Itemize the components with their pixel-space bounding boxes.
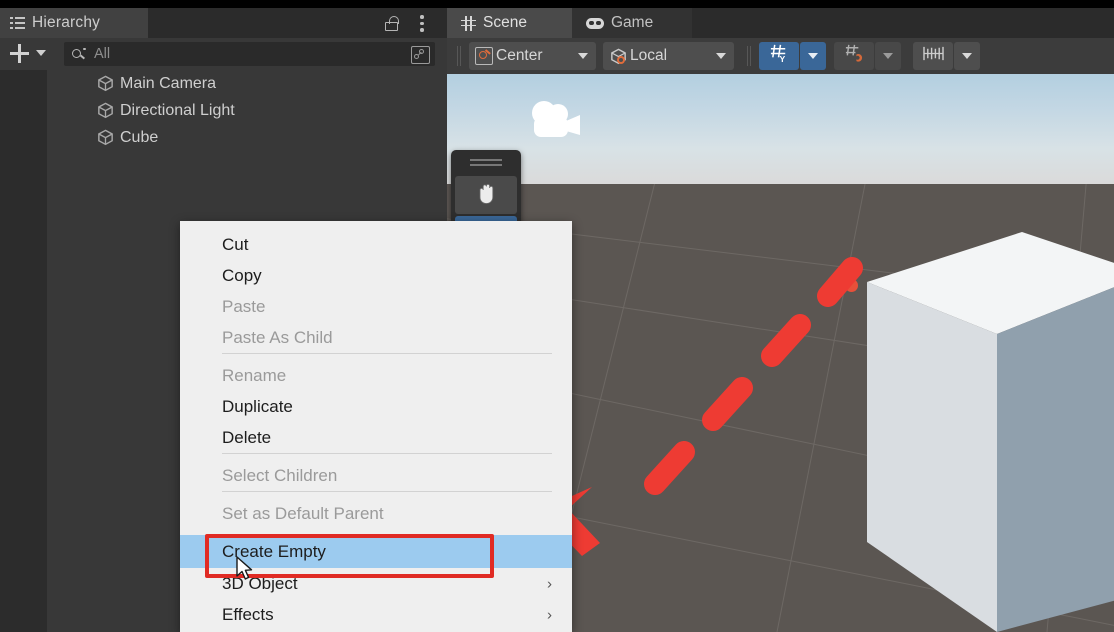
chevron-right-icon: › (547, 606, 552, 623)
grid-axis-y-button[interactable]: Y (759, 42, 799, 70)
tree-item-label: Directional Light (120, 101, 235, 119)
menu-separator (222, 353, 552, 354)
menu-item-label: Copy (222, 265, 262, 285)
grid-axis-dropdown[interactable] (800, 42, 826, 70)
drag-handle[interactable] (470, 159, 502, 161)
menu-item-label: Cut (222, 234, 249, 254)
scene-object-cube[interactable] (847, 222, 1114, 632)
menu-separator (222, 491, 552, 492)
handle-local-icon (609, 47, 628, 66)
pivot-mode-button[interactable]: Center (469, 42, 596, 70)
menu-item-select-children: Select Children (180, 460, 572, 491)
menu-item-label: Paste (222, 296, 266, 316)
tab-hierarchy[interactable]: Hierarchy (0, 8, 148, 38)
hand-pan-tool-icon (473, 180, 499, 211)
chevron-down-icon (883, 53, 893, 59)
search-input[interactable]: All (64, 42, 435, 66)
handle-space-label: Local (630, 47, 668, 64)
grid-snap-dropdown[interactable] (875, 42, 901, 70)
tree-item-main-camera[interactable]: Main Camera (0, 70, 447, 97)
mouse-pointer-icon (236, 556, 254, 582)
tab-scene[interactable]: Scene (447, 8, 572, 38)
camera-gizmo-icon (522, 99, 590, 147)
grid-hash-icon (461, 15, 476, 31)
menu-item-label: Rename (222, 365, 287, 385)
tab-hierarchy-label: Hierarchy (32, 14, 101, 31)
hierarchy-toolbar: All (0, 38, 447, 70)
menu-item-label: Effects (222, 604, 274, 624)
gameobject-cube-icon (96, 74, 115, 93)
menu-item-duplicate[interactable]: Duplicate (180, 391, 572, 422)
pivot-mode-label: Center (496, 47, 543, 64)
hierarchy-list-icon (10, 16, 25, 30)
menu-item-label: Duplicate (222, 396, 293, 416)
unity-editor-window: Hierarchy All Main Camera Directional Li… (0, 0, 1114, 632)
svg-text:Y: Y (779, 54, 785, 64)
chevron-down-icon (578, 53, 588, 59)
menu-item-rename: Rename (180, 360, 572, 391)
menu-item-label: Delete (222, 427, 272, 447)
tree-item-label: Main Camera (120, 74, 217, 92)
scene-toolbar: Center Local Y (447, 38, 1114, 74)
grid-snap-magnet-icon (844, 43, 865, 69)
menu-item-paste-as-child: Paste As Child (180, 322, 572, 353)
menu-item-delete[interactable]: Delete (180, 422, 572, 453)
chevron-right-icon: › (547, 575, 552, 592)
menu-item-effects[interactable]: Effects › (180, 599, 572, 630)
tree-item-label: Cube (120, 128, 159, 146)
gameobject-cube-icon (96, 101, 115, 120)
scene-tab-row: Scene Game (447, 8, 1114, 38)
scale-ruler-dropdown[interactable] (954, 42, 980, 70)
chevron-down-icon (716, 53, 726, 59)
chevron-down-icon[interactable] (36, 50, 46, 56)
hierarchy-tab-row: Hierarchy (0, 8, 447, 38)
menu-separator (222, 453, 552, 454)
open-padlock-icon[interactable] (385, 16, 399, 31)
kebab-menu-icon[interactable] (420, 15, 424, 32)
menu-item-set-as-default-parent: Set as Default Parent (180, 498, 572, 529)
window-top-strip (0, 0, 1114, 8)
move-handle-dot[interactable] (845, 279, 858, 292)
menu-item-label: Paste As Child (222, 327, 333, 347)
search-placeholder: All (94, 46, 111, 62)
scene-visibility-icon[interactable] (411, 46, 430, 64)
plus-icon[interactable] (8, 43, 30, 65)
menu-item-cut[interactable]: Cut (180, 229, 572, 260)
menu-item-copy[interactable]: Copy (180, 260, 572, 291)
tab-game[interactable]: Game (572, 8, 692, 38)
drag-handle-line-2 (470, 164, 502, 166)
menu-item-label: Select Children (222, 465, 338, 485)
tab-game-label: Game (611, 14, 654, 31)
tab-scene-label: Scene (483, 14, 527, 31)
handle-space-button[interactable]: Local (603, 42, 734, 70)
search-icon (72, 47, 87, 61)
pivot-center-icon (475, 47, 493, 65)
toolbar-divider (457, 46, 461, 66)
scale-ruler-icon (922, 44, 945, 68)
chevron-down-icon (808, 53, 818, 59)
grid-snap-button[interactable] (834, 42, 874, 70)
scale-ruler-button[interactable] (913, 42, 953, 70)
tree-item-cube[interactable]: Cube (0, 124, 447, 151)
menu-item-paste: Paste (180, 291, 572, 322)
chevron-down-icon (962, 53, 972, 59)
gameobject-cube-icon (96, 128, 115, 147)
grid-axis-y-icon: Y (769, 43, 790, 69)
menu-item-label: Set as Default Parent (222, 503, 384, 523)
tree-item-directional-light[interactable]: Directional Light (0, 97, 447, 124)
gamepad-icon (586, 17, 604, 29)
toolbar-divider (747, 46, 751, 66)
hand-pan-tool-button[interactable] (455, 176, 517, 214)
